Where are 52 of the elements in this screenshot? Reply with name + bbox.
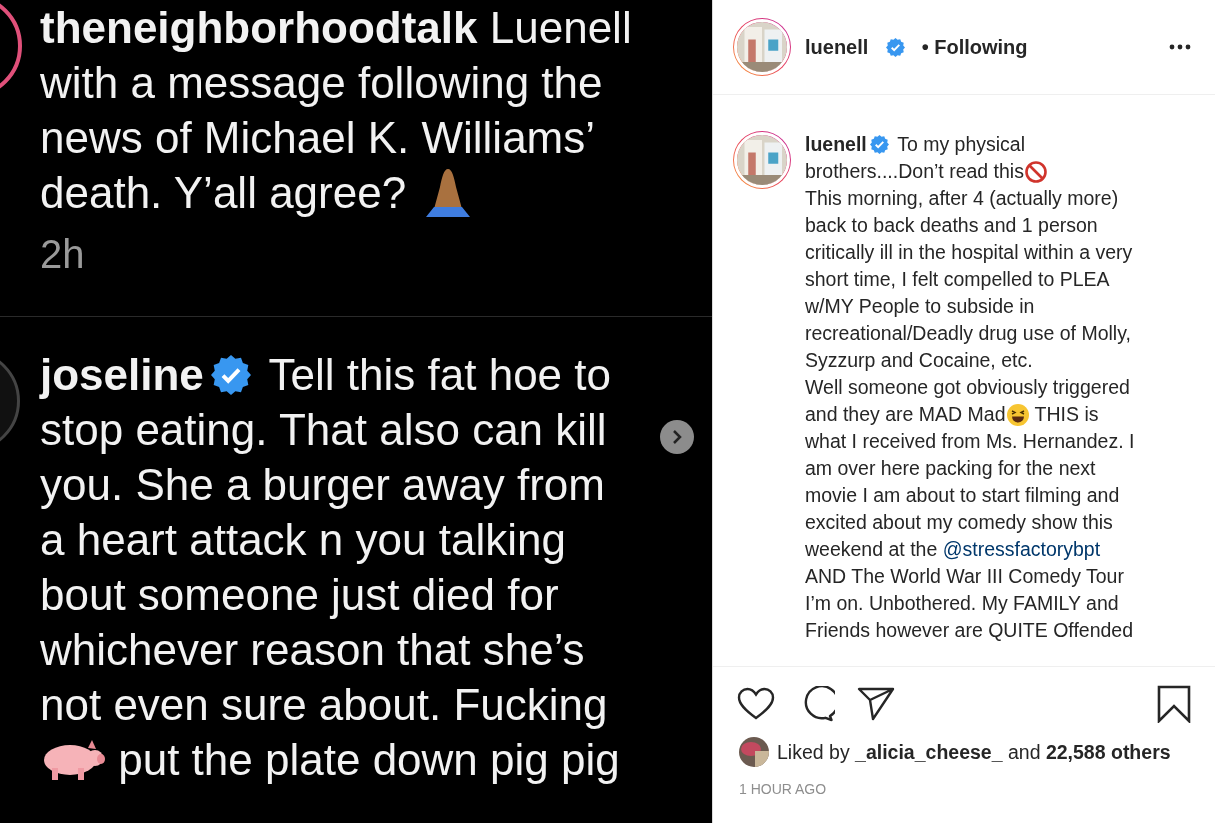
- prohibited-icon: [1023, 159, 1048, 184]
- caption-text: critically ill in the hospital within a very: [805, 241, 1133, 264]
- likes-count[interactable]: 22,588 others: [1045, 740, 1171, 763]
- comment-text: death. Y’all agree?: [40, 167, 408, 218]
- caption-text: brothers....Don’t read this: [805, 160, 1024, 183]
- comment-text: stop eating. That also can kill: [40, 404, 607, 455]
- caption-text: weekend at the: [805, 538, 939, 561]
- following-status[interactable]: • Following: [921, 35, 1028, 59]
- username[interactable]: joseline: [40, 349, 204, 400]
- mention-link[interactable]: @stressfactorybpt: [942, 538, 1101, 561]
- comment-text: you. She a burger away from: [40, 459, 605, 510]
- caption-text: This morning, after 4 (actually more): [805, 187, 1119, 210]
- caption-text: AND The World War III Comedy Tour: [805, 565, 1124, 588]
- caption-text: I’m on. Unbothered. My FAMILY and: [805, 592, 1119, 615]
- username[interactable]: theneighborhoodtalk: [40, 2, 478, 53]
- caption-text: am over here packing for the next: [805, 457, 1096, 480]
- avatar[interactable]: [739, 737, 769, 767]
- caption-text: To my physical: [896, 133, 1026, 156]
- caption-text: Friends however are QUITE Offended: [805, 619, 1134, 642]
- laughing-face-icon: [1005, 402, 1030, 427]
- caption-text: Syzzurp and Cocaine, etc.: [805, 349, 1033, 372]
- comment-text: bout someone just died for: [40, 569, 559, 620]
- paper-plane-icon[interactable]: [857, 686, 895, 722]
- comment-text: put the plate down pig pig: [117, 734, 620, 785]
- comment-text: Luenell: [488, 2, 632, 53]
- more-options-icon[interactable]: [1169, 44, 1191, 50]
- caption-text: w/MY People to subside in: [805, 295, 1035, 318]
- comment-text: a heart attack n you talking: [40, 514, 566, 565]
- heart-icon[interactable]: [737, 687, 775, 721]
- likes-text: Liked by _alicia_cheese_ and 22,588 others: [777, 740, 1171, 764]
- comment-text: with a message following the: [40, 57, 603, 108]
- caption-text: short time, I felt compelled to PLEA: [805, 268, 1110, 291]
- comment-text: Tell this fat hoe to: [267, 349, 611, 400]
- caption-text: THIS is: [1033, 403, 1099, 426]
- username[interactable]: luenell: [805, 133, 867, 156]
- caption-text: and they are MAD Mad: [805, 403, 1006, 426]
- comment-text: news of Michael K. Williams’: [40, 112, 596, 163]
- username[interactable]: luenell: [805, 35, 869, 59]
- caption-text: Well someone got obviously triggered: [805, 376, 1130, 399]
- comment-text: not even sure about. Fucking: [40, 679, 608, 730]
- caption-text: movie I am about to start filming and: [805, 484, 1120, 507]
- chevron-right-icon: [670, 428, 684, 446]
- caption-text: back to back deaths and 1 person: [805, 214, 1098, 237]
- comment-text: whichever reason that she’s: [40, 624, 585, 675]
- caption-text: what I received from Ms. Hernandez. I: [805, 430, 1135, 453]
- next-arrow-button[interactable]: [660, 420, 694, 454]
- caption-text: excited about my comedy show this: [805, 511, 1113, 534]
- post-time: 1 HOUR AGO: [739, 781, 827, 797]
- caption-text: recreational/Deadly drug use of Molly,: [805, 322, 1131, 345]
- timestamp: 2h: [40, 231, 85, 277]
- bookmark-icon[interactable]: [1157, 685, 1191, 723]
- username[interactable]: _alicia_cheese_: [855, 740, 1003, 763]
